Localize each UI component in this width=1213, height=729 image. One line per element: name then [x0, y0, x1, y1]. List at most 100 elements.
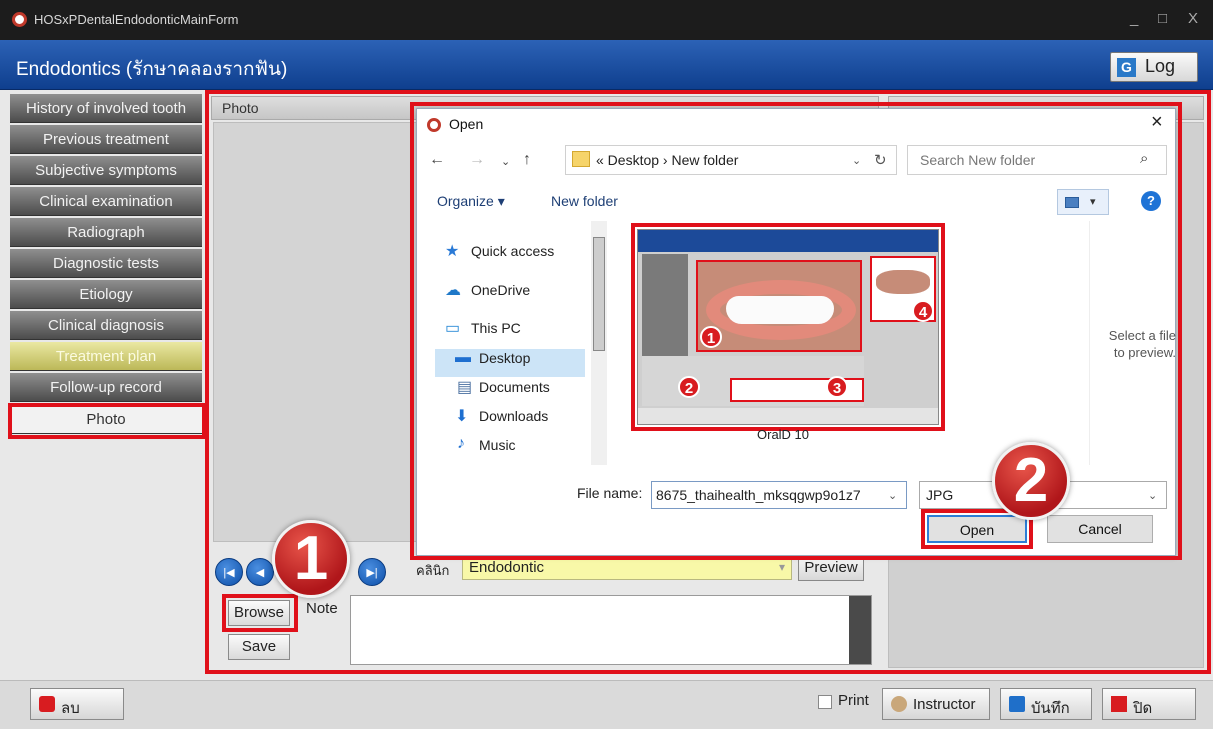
- instructor-button[interactable]: Instructor: [882, 688, 990, 720]
- sidebar-item-history[interactable]: History of involved tooth: [10, 94, 202, 123]
- print-checkbox[interactable]: [818, 695, 832, 709]
- desktop-icon: ▬: [455, 349, 471, 366]
- dialog-title: Open: [449, 116, 484, 132]
- search-placeholder: Search New folder: [920, 152, 1036, 168]
- sidebar-item-photo[interactable]: Photo: [10, 405, 202, 434]
- tree-item-quick-access[interactable]: Quick access: [471, 243, 554, 259]
- user-icon: [891, 696, 907, 712]
- app-header: Endodontics (รักษาคลองรากฟัน): [0, 40, 1213, 90]
- filename-input[interactable]: 8675_thaihealth_mksqgwp9o1z7 ⌄: [651, 481, 907, 509]
- clinic-select[interactable]: Endodontic ▾: [462, 556, 792, 580]
- sidebar-item-diagnostic-tests[interactable]: Diagnostic tests: [10, 249, 202, 278]
- thumbnail-callout-1: 1: [700, 326, 722, 348]
- navigation-tree: ★ Quick access ☁ OneDrive ▭ This PC ▬ De…: [417, 221, 609, 465]
- last-photo-icon[interactable]: ▶|: [358, 558, 386, 586]
- forward-arrow-icon[interactable]: →: [469, 151, 485, 169]
- preview-pane: Select a file to preview.: [1089, 221, 1176, 465]
- sidebar-item-radiograph[interactable]: Radiograph: [10, 218, 202, 247]
- file-list: 1 2 3 4 OralD 10: [609, 221, 1089, 465]
- print-label: Print: [838, 692, 869, 709]
- tree-item-downloads[interactable]: Downloads: [479, 408, 548, 424]
- minimize-button[interactable]: _: [1130, 10, 1138, 27]
- callout-step-1: 1: [272, 520, 350, 598]
- thumbnail-callout-2: 2: [678, 376, 700, 398]
- note-textarea[interactable]: [350, 595, 872, 665]
- organize-menu[interactable]: Organize ▾: [437, 193, 505, 210]
- view-options-button[interactable]: ▾: [1057, 189, 1109, 215]
- document-icon: ▤: [457, 379, 473, 396]
- download-icon: ⬇: [455, 408, 469, 425]
- browse-button[interactable]: Browse: [228, 600, 290, 626]
- sidebar-item-follow-up-record[interactable]: Follow-up record: [10, 373, 202, 402]
- address-path: « Desktop › New folder: [596, 152, 739, 168]
- new-folder-button[interactable]: New folder: [551, 193, 618, 209]
- tree-item-onedrive[interactable]: OneDrive: [471, 282, 530, 298]
- preview-button[interactable]: Preview: [798, 555, 864, 581]
- previous-photo-icon[interactable]: ◀: [246, 558, 274, 586]
- app-logo-icon: [12, 12, 27, 27]
- sidebar-item-previous-treatment[interactable]: Previous treatment: [10, 125, 202, 154]
- star-icon: ★: [445, 243, 460, 260]
- close-form-button[interactable]: ปิด: [1102, 688, 1196, 720]
- back-arrow-icon[interactable]: ←: [429, 151, 445, 169]
- sidebar-item-etiology[interactable]: Etiology: [10, 280, 202, 309]
- log-button[interactable]: G Log: [1110, 52, 1198, 82]
- floppy-disk-icon: [1009, 696, 1025, 712]
- tree-item-desktop[interactable]: Desktop: [479, 350, 530, 366]
- open-button[interactable]: Open: [927, 515, 1027, 543]
- callout-step-2: 2: [992, 442, 1070, 520]
- save-record-label: บันทึก: [1031, 700, 1070, 717]
- search-box[interactable]: Search New folder ⌕: [907, 145, 1167, 175]
- delete-button[interactable]: ลบ: [30, 688, 124, 720]
- tree-item-music[interactable]: Music: [479, 437, 516, 453]
- help-icon[interactable]: ?: [1141, 191, 1161, 211]
- thumbnail-callout-4: 4: [912, 300, 934, 322]
- chevron-down-icon[interactable]: ⌄: [852, 154, 861, 167]
- up-arrow-icon[interactable]: ↑: [523, 151, 531, 169]
- clinic-value: Endodontic: [469, 559, 545, 576]
- page-title: Endodontics (รักษาคลองรากฟัน): [16, 59, 288, 80]
- chevron-down-icon: ▾: [778, 560, 785, 574]
- file-thumbnail[interactable]: 1 2 3 4: [637, 229, 939, 425]
- clinic-label: คลินิก: [416, 563, 450, 578]
- window-titlebar: HOSxPDentalEndodonticMainForm _ □ X: [0, 0, 1213, 40]
- window-title: HOSxPDentalEndodonticMainForm: [34, 12, 239, 27]
- file-caption: OralD 10: [757, 427, 810, 442]
- sidebar-item-clinical-diagnosis[interactable]: Clinical diagnosis: [10, 311, 202, 340]
- log-label: Log: [1145, 56, 1176, 76]
- monitor-icon: ▭: [445, 320, 461, 337]
- cloud-icon: ☁: [445, 282, 461, 299]
- log-icon: G: [1117, 58, 1136, 77]
- tree-scrollbar[interactable]: [591, 221, 607, 465]
- sidebar-item-treatment-plan[interactable]: Treatment plan: [10, 342, 202, 371]
- close-form-label: ปิด: [1133, 700, 1153, 717]
- save-record-button[interactable]: บันทึก: [1000, 688, 1092, 720]
- maximize-button[interactable]: □: [1158, 10, 1167, 27]
- chevron-down-icon[interactable]: ⌄: [888, 489, 897, 502]
- recent-locations-icon[interactable]: ⌄: [501, 155, 510, 168]
- search-icon[interactable]: ⌕: [1140, 150, 1148, 167]
- note-scrollbar[interactable]: [849, 596, 871, 664]
- sidebar-item-clinical-examination[interactable]: Clinical examination: [10, 187, 202, 216]
- tree-item-this-pc[interactable]: This PC: [471, 320, 521, 336]
- tree-item-documents[interactable]: Documents: [479, 379, 550, 395]
- tree-scroll-thumb[interactable]: [593, 237, 605, 351]
- dialog-close-button[interactable]: ×: [1151, 111, 1163, 134]
- thumbnail-footer: [638, 408, 938, 424]
- music-icon: ♪: [457, 435, 465, 452]
- refresh-icon[interactable]: ↻: [874, 151, 887, 169]
- close-window-button[interactable]: X: [1188, 10, 1198, 27]
- sidebar-item-subjective-symptoms[interactable]: Subjective symptoms: [10, 156, 202, 185]
- instructor-label: Instructor: [913, 696, 976, 713]
- folder-icon: [572, 151, 590, 167]
- dialog-app-icon: [427, 118, 441, 132]
- first-photo-icon[interactable]: |◀: [215, 558, 243, 586]
- address-bar[interactable]: « Desktop › New folder ⌄ ↻: [565, 145, 897, 175]
- filename-value: 8675_thaihealth_mksqgwp9o1z7: [656, 487, 861, 503]
- filename-label: File name:: [577, 485, 643, 501]
- photo-save-button[interactable]: Save: [228, 634, 290, 660]
- preview-hint: Select a file to preview.: [1108, 328, 1176, 360]
- thumbnail-teeth: [726, 296, 834, 324]
- cancel-button[interactable]: Cancel: [1047, 515, 1153, 543]
- thumbnail-header: [638, 230, 938, 252]
